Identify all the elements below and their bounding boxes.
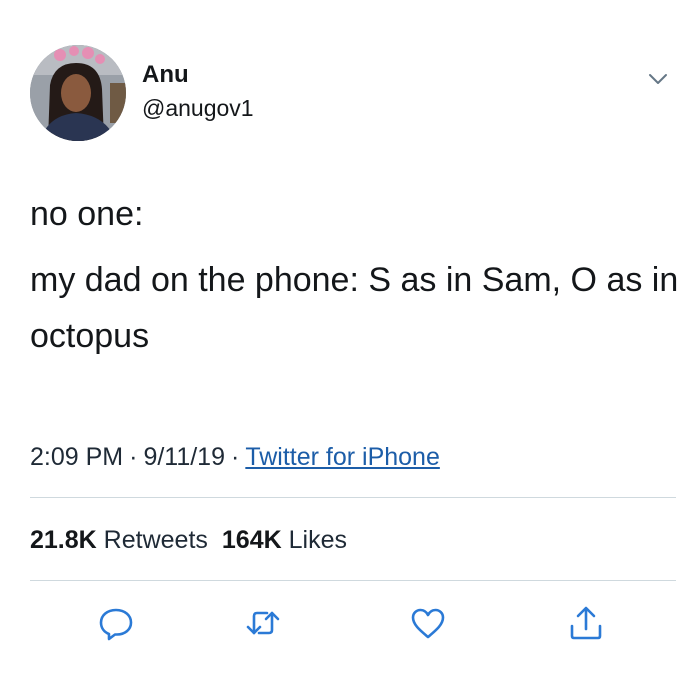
retweets-count: 21.8K (30, 526, 97, 554)
tweet-source-link[interactable]: Twitter for iPhone (245, 443, 440, 471)
likes-stat[interactable]: 164K Likes (222, 526, 347, 554)
chevron-down-icon[interactable] (645, 66, 671, 92)
divider (30, 580, 676, 581)
likes-label: Likes (288, 526, 347, 554)
retweets-label: Retweets (103, 526, 208, 554)
display-name[interactable]: Anu (142, 60, 189, 90)
share-icon[interactable] (566, 603, 606, 643)
tweet-line: my dad on the phone: S as in Sam, O as i… (30, 261, 679, 355)
retweet-icon[interactable] (243, 603, 283, 643)
tweet-text: no one: my dad on the phone: S as in Sam… (30, 186, 680, 374)
reply-icon[interactable] (96, 603, 136, 643)
divider (30, 497, 676, 498)
tweet-stats: 21.8K Retweets 164K Likes (30, 523, 347, 557)
retweets-stat[interactable]: 21.8K Retweets (30, 526, 208, 554)
user-handle[interactable]: @anugov1 (142, 93, 254, 123)
like-icon[interactable] (408, 603, 448, 643)
likes-count: 164K (221, 526, 282, 554)
separator: · (129, 443, 138, 471)
tweet-meta: 2:09 PM · 9/11/19 · Twitter for iPhone (30, 440, 440, 474)
tweet-date: 9/11/19 (143, 443, 225, 471)
avatar[interactable] (30, 45, 126, 141)
separator: · (231, 443, 240, 471)
tweet-line: no one: (30, 195, 144, 233)
tweet-time: 2:09 PM (30, 443, 124, 471)
